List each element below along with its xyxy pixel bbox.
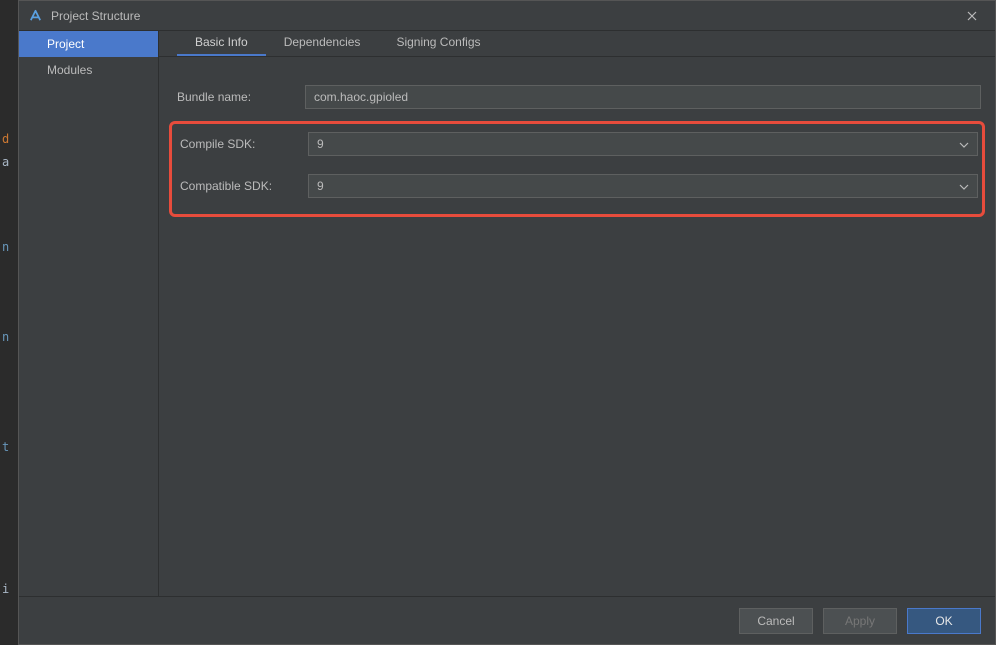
sidebar-item-label: Modules — [47, 63, 92, 77]
dialog-body: Project Modules Basic Info Dependencies … — [19, 31, 995, 596]
tab-label: Dependencies — [284, 35, 361, 49]
compile-sdk-row: Compile SDK: 9 — [180, 130, 978, 158]
bg-code-token: n — [2, 330, 9, 344]
bg-code-token: a — [2, 155, 9, 169]
compatible-sdk-row: Compatible SDK: 9 — [180, 172, 978, 200]
sidebar: Project Modules — [19, 31, 159, 596]
button-label: Cancel — [757, 614, 794, 628]
compile-sdk-value: 9 — [317, 137, 324, 151]
sidebar-item-label: Project — [47, 37, 84, 51]
bundle-name-row: Bundle name: — [177, 83, 981, 111]
button-label: OK — [935, 614, 952, 628]
button-label: Apply — [845, 614, 875, 628]
bg-code-token: i — [2, 582, 9, 596]
bg-code-token: t — [2, 440, 9, 454]
compatible-sdk-label: Compatible SDK: — [180, 179, 308, 193]
highlight-annotation: Compile SDK: 9 Compatible SDK: 9 — [169, 121, 985, 217]
dialog-title: Project Structure — [51, 9, 957, 23]
dialog-titlebar: Project Structure — [19, 1, 995, 31]
compatible-sdk-value: 9 — [317, 179, 324, 193]
compile-sdk-label: Compile SDK: — [180, 137, 308, 151]
chevron-down-icon — [959, 179, 969, 193]
background-editor: d a n n t i — [0, 30, 20, 630]
tabbar: Basic Info Dependencies Signing Configs — [159, 31, 995, 57]
dialog-footer: Cancel Apply OK — [19, 596, 995, 644]
bg-code-token: n — [2, 240, 9, 254]
main-panel: Basic Info Dependencies Signing Configs … — [159, 31, 995, 596]
tab-dependencies[interactable]: Dependencies — [266, 29, 379, 56]
apply-button[interactable]: Apply — [823, 608, 897, 634]
basic-info-form: Bundle name: Compile SDK: 9 — [159, 57, 995, 227]
bundle-name-input[interactable] — [305, 85, 981, 109]
chevron-down-icon — [959, 137, 969, 151]
tab-label: Signing Configs — [396, 35, 480, 49]
ok-button[interactable]: OK — [907, 608, 981, 634]
close-button[interactable] — [957, 1, 987, 31]
sidebar-item-modules[interactable]: Modules — [19, 57, 158, 83]
app-icon — [27, 8, 43, 24]
bundle-name-label: Bundle name: — [177, 90, 305, 104]
sidebar-item-project[interactable]: Project — [19, 31, 158, 57]
project-structure-dialog: Project Structure Project Modules Basic … — [18, 0, 996, 645]
close-icon — [966, 10, 978, 22]
cancel-button[interactable]: Cancel — [739, 608, 813, 634]
compile-sdk-select[interactable]: 9 — [308, 132, 978, 156]
bg-code-token: d — [2, 132, 9, 146]
tab-signing-configs[interactable]: Signing Configs — [378, 29, 498, 56]
tab-label: Basic Info — [195, 35, 248, 49]
tab-basic-info[interactable]: Basic Info — [177, 29, 266, 56]
compatible-sdk-select[interactable]: 9 — [308, 174, 978, 198]
